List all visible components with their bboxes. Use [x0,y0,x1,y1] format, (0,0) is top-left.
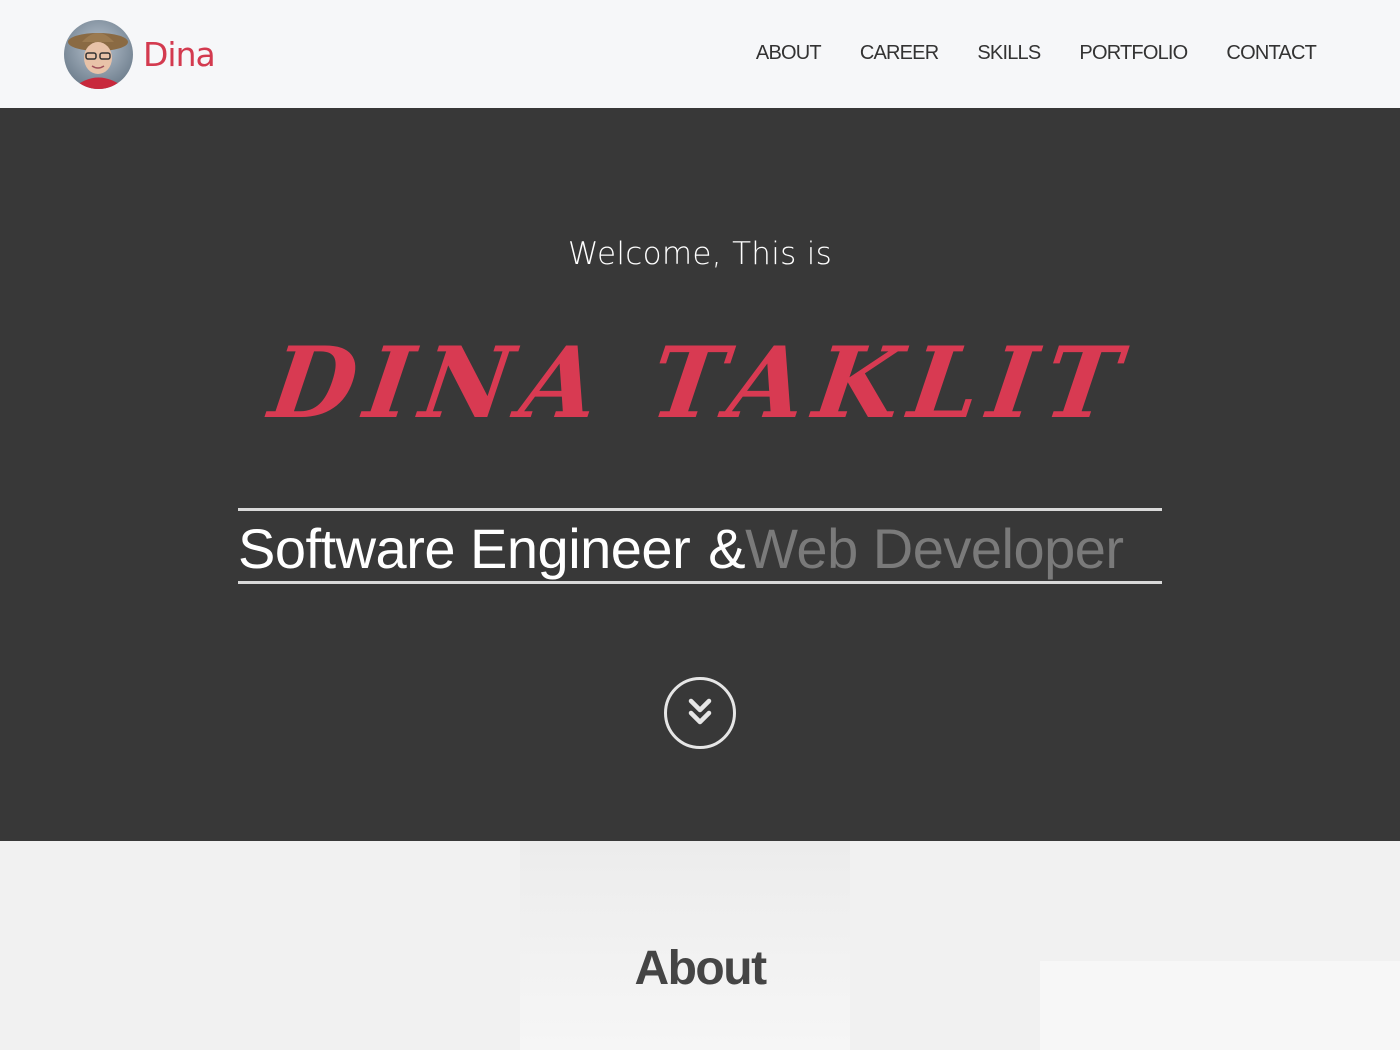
about-heading: About [634,942,767,995]
nav-item-portfolio[interactable]: PORTFOLIO [1079,38,1188,68]
brand-name: Dina [143,34,216,74]
nav-item-career[interactable]: CAREER [860,38,939,68]
about-section: About [0,841,1400,1050]
role-typing: Web Developer [745,517,1124,580]
role-main: Software Engineer [238,517,691,580]
welcome-text: Welcome, This is [567,236,833,272]
nav-item-about[interactable]: ABOUT [756,38,822,68]
scroll-down-button[interactable] [664,677,736,749]
avatar [64,19,133,89]
role-banner: Software Engineer &Web Developer [238,508,1162,584]
role-text: Software Engineer &Web Developer [238,517,1124,581]
role-ampersand: & [708,517,746,580]
double-chevron-down-icon [688,698,712,725]
hero-name: DINA TAKLIT [263,326,1137,441]
hero-section: Welcome, This is DINA TAKLIT Software En… [0,108,1400,841]
main-nav: ABOUT CAREER SKILLS PORTFOLIO CONTACT [717,38,1317,68]
site-header: Dina ABOUT CAREER SKILLS PORTFOLIO CONTA… [0,0,1400,108]
brand-link[interactable]: Dina [64,19,216,89]
nav-item-skills[interactable]: SKILLS [977,38,1041,68]
nav-item-contact[interactable]: CONTACT [1226,38,1316,68]
